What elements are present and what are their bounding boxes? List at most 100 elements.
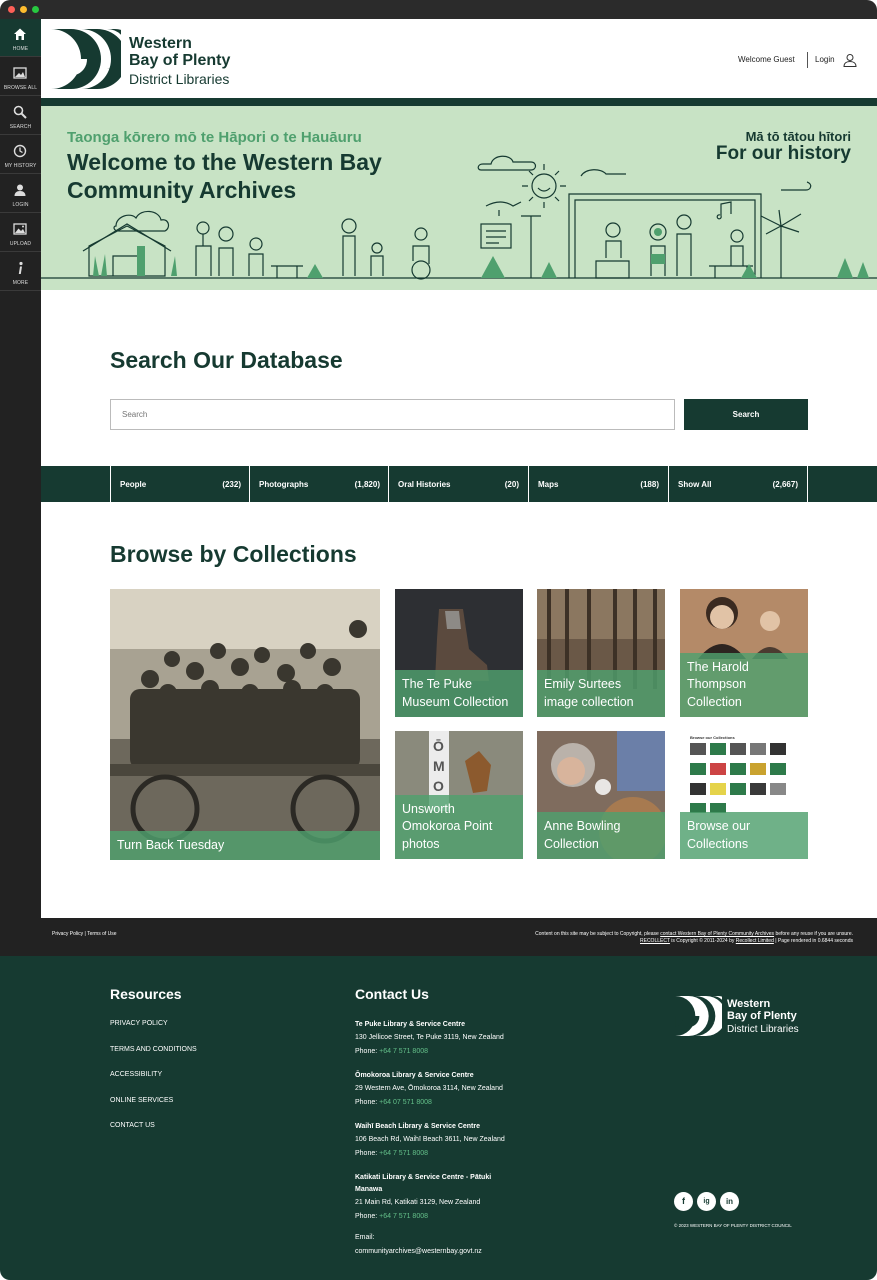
category-oral-histories[interactable]: Oral Histories (20) bbox=[388, 466, 528, 502]
collections-section-title: Browse by Collections bbox=[110, 541, 357, 567]
branch-te-puke: Te Puke Library & Service Centre 130 Jel… bbox=[355, 1019, 535, 1059]
sidebar: HOME BROWSE ALL SEARCH MY HISTORY LOGIN … bbox=[0, 19, 41, 956]
instagram-icon[interactable]: ig bbox=[697, 1192, 716, 1211]
logo-mark-icon bbox=[51, 29, 121, 89]
category-label: Oral Histories bbox=[398, 480, 451, 489]
collection-photo bbox=[110, 589, 380, 860]
search-button[interactable]: Search bbox=[684, 399, 808, 430]
sidebar-item-more[interactable]: MORE bbox=[0, 253, 41, 291]
collection-caption: Anne Bowling Collection bbox=[537, 812, 665, 859]
contact-us-link[interactable]: CONTACT US bbox=[110, 1122, 155, 1129]
sidebar-item-login[interactable]: LOGIN bbox=[0, 175, 41, 213]
branch-phone-row: Phone: +64 7 571 8008 bbox=[355, 1210, 495, 1224]
council-copyright: © 2023 WESTERN BAY OF PLENTY DISTRICT CO… bbox=[674, 1223, 792, 1228]
search-icon bbox=[13, 105, 27, 119]
category-maps[interactable]: Maps (188) bbox=[528, 466, 668, 502]
collection-tile-turn-back-tuesday[interactable]: Turn Back Tuesday bbox=[110, 589, 380, 860]
branch-name: Waihī Beach Library & Service Centre bbox=[355, 1123, 481, 1130]
logo-text-line1: Western bbox=[129, 35, 192, 52]
privacy-terms-links[interactable]: Privacy Policy | Terms of Use bbox=[52, 931, 117, 937]
legal-bar: Privacy Policy | Terms of Use Content on… bbox=[41, 918, 877, 956]
recollect-link[interactable]: RECOLLECT bbox=[640, 938, 670, 944]
branch-address: 130 Jellicoe Street, Te Puke 3119, New Z… bbox=[355, 1034, 504, 1041]
copyright-text: is Copyright © 2011-2024 by bbox=[669, 938, 736, 944]
svg-text:O: O bbox=[433, 778, 444, 794]
footer-logo-line2: Bay of Plenty bbox=[727, 1010, 797, 1022]
login-link[interactable]: Login bbox=[815, 55, 835, 64]
window-titlebar bbox=[0, 0, 877, 19]
search-input[interactable] bbox=[110, 399, 675, 430]
branch-address: 106 Beach Rd, Waihī Beach 3611, New Zeal… bbox=[355, 1136, 505, 1143]
phone-label: Phone: bbox=[355, 1048, 380, 1055]
category-photographs[interactable]: Photographs (1,820) bbox=[249, 466, 389, 502]
collection-tile-te-puke-museum[interactable]: The Te Puke Museum Collection bbox=[395, 589, 523, 717]
collection-tile-browse-our-collections[interactable]: Browse our Collections Browse our Collec… bbox=[680, 731, 808, 859]
accessibility-link[interactable]: ACCESSIBILITY bbox=[110, 1071, 162, 1078]
category-show-all[interactable]: Show All (2,667) bbox=[668, 466, 808, 502]
collection-caption: The Te Puke Museum Collection bbox=[395, 670, 523, 717]
online-services-link[interactable]: ONLINE SERVICES bbox=[110, 1097, 173, 1104]
footer-logo-line1: Western bbox=[727, 998, 771, 1010]
resources-title: Resources bbox=[110, 986, 182, 1002]
branch-address: 21 Main Rd, Katikati 3129, New Zealand bbox=[355, 1199, 481, 1206]
collection-tile-harold-thompson[interactable]: The Harold Thompson Collection bbox=[680, 589, 808, 717]
logo-text-line2: Bay of Plenty bbox=[129, 52, 231, 69]
branch-name: Ōmokoroa Library & Service Centre bbox=[355, 1072, 474, 1079]
sidebar-item-my-history[interactable]: MY HISTORY bbox=[0, 136, 41, 174]
facebook-icon[interactable]: f bbox=[674, 1192, 693, 1211]
sidebar-item-upload[interactable]: UPLOAD bbox=[0, 214, 41, 252]
branch-omokoroa: Ōmokoroa Library & Service Centre 29 Wes… bbox=[355, 1070, 535, 1110]
sidebar-label: LOGIN bbox=[12, 202, 29, 208]
header-divider bbox=[807, 52, 808, 68]
collection-tile-unsworth-omokoroa[interactable]: Ō M O Unsworth Omokoroa Point photos bbox=[395, 731, 523, 859]
phone-link[interactable]: +64 7 571 8008 bbox=[379, 1150, 428, 1157]
hero-banner: Taonga kōrero mō te Hāpori o te Hauāuru … bbox=[41, 106, 877, 290]
copyright-line-2: RECOLLECT is Copyright © 2011-2024 by Re… bbox=[640, 938, 853, 944]
branch-katikati: Katikati Library & Service Centre - Pātu… bbox=[355, 1172, 495, 1224]
user-icon[interactable] bbox=[843, 53, 857, 67]
branch-name: Te Puke Library & Service Centre bbox=[355, 1021, 465, 1028]
contact-archives-link[interactable]: contact Western Bay of Plenty Community … bbox=[660, 931, 774, 937]
footer-logo[interactable]: Western Bay of Plenty District Libraries bbox=[674, 996, 814, 1038]
sidebar-item-search[interactable]: SEARCH bbox=[0, 97, 41, 135]
site-header: Western Bay of Plenty District Libraries… bbox=[41, 19, 877, 98]
collection-tile-anne-bowling[interactable]: Anne Bowling Collection bbox=[537, 731, 665, 859]
terms-link[interactable]: TERMS AND CONDITIONS bbox=[110, 1046, 197, 1053]
privacy-policy-link[interactable]: PRIVACY POLICY bbox=[110, 1020, 168, 1027]
close-window-button[interactable] bbox=[8, 6, 15, 13]
clock-icon bbox=[13, 144, 27, 158]
collection-caption: Emily Surtees image collection bbox=[537, 670, 665, 717]
maximize-window-button[interactable] bbox=[32, 6, 39, 13]
phone-link[interactable]: +64 07 571 8008 bbox=[379, 1099, 432, 1106]
site-logo[interactable]: Western Bay of Plenty District Libraries bbox=[49, 29, 259, 89]
branch-phone-row: Phone: +64 7 571 8008 bbox=[355, 1147, 535, 1161]
phone-link[interactable]: +64 7 571 8008 bbox=[379, 1048, 428, 1055]
minimize-window-button[interactable] bbox=[20, 6, 27, 13]
category-people[interactable]: People (232) bbox=[110, 466, 250, 502]
image-icon bbox=[13, 67, 27, 79]
phone-link[interactable]: +64 7 571 8008 bbox=[379, 1213, 428, 1220]
sidebar-label: MORE bbox=[12, 280, 29, 286]
email-link[interactable]: communityarchives@westernbay.govt.nz bbox=[355, 1245, 535, 1259]
home-icon bbox=[14, 28, 26, 40]
collection-caption: Browse our Collections bbox=[680, 812, 808, 859]
copyright-text: Content on this site may be subject to C… bbox=[535, 931, 661, 937]
site-footer: Resources PRIVACY POLICY TERMS AND CONDI… bbox=[0, 956, 877, 1280]
category-label: Maps bbox=[538, 480, 559, 489]
recollect-limited-link[interactable]: Recollect Limited bbox=[736, 938, 774, 944]
copyright-line-1: Content on this site may be subject to C… bbox=[535, 931, 853, 937]
sidebar-item-home[interactable]: HOME bbox=[0, 19, 41, 57]
collection-tile-emily-surtees[interactable]: Emily Surtees image collection bbox=[537, 589, 665, 717]
branch-address: 29 Western Ave, Ōmokoroa 3114, New Zeala… bbox=[355, 1085, 503, 1092]
category-count: (1,820) bbox=[354, 480, 380, 489]
linkedin-icon[interactable]: in bbox=[720, 1192, 739, 1211]
sidebar-item-browse-all[interactable]: BROWSE ALL bbox=[0, 58, 41, 96]
sidebar-label: UPLOAD bbox=[9, 241, 32, 247]
phone-label: Phone: bbox=[355, 1150, 380, 1157]
collection-caption: Unsworth Omokoroa Point photos bbox=[395, 794, 523, 859]
category-count: (2,667) bbox=[772, 480, 798, 489]
welcome-text: Welcome Guest bbox=[738, 55, 795, 64]
svg-text:M: M bbox=[433, 758, 445, 774]
sidebar-label: HOME bbox=[12, 46, 29, 52]
browser-window: HOME BROWSE ALL SEARCH MY HISTORY LOGIN … bbox=[0, 0, 877, 1280]
